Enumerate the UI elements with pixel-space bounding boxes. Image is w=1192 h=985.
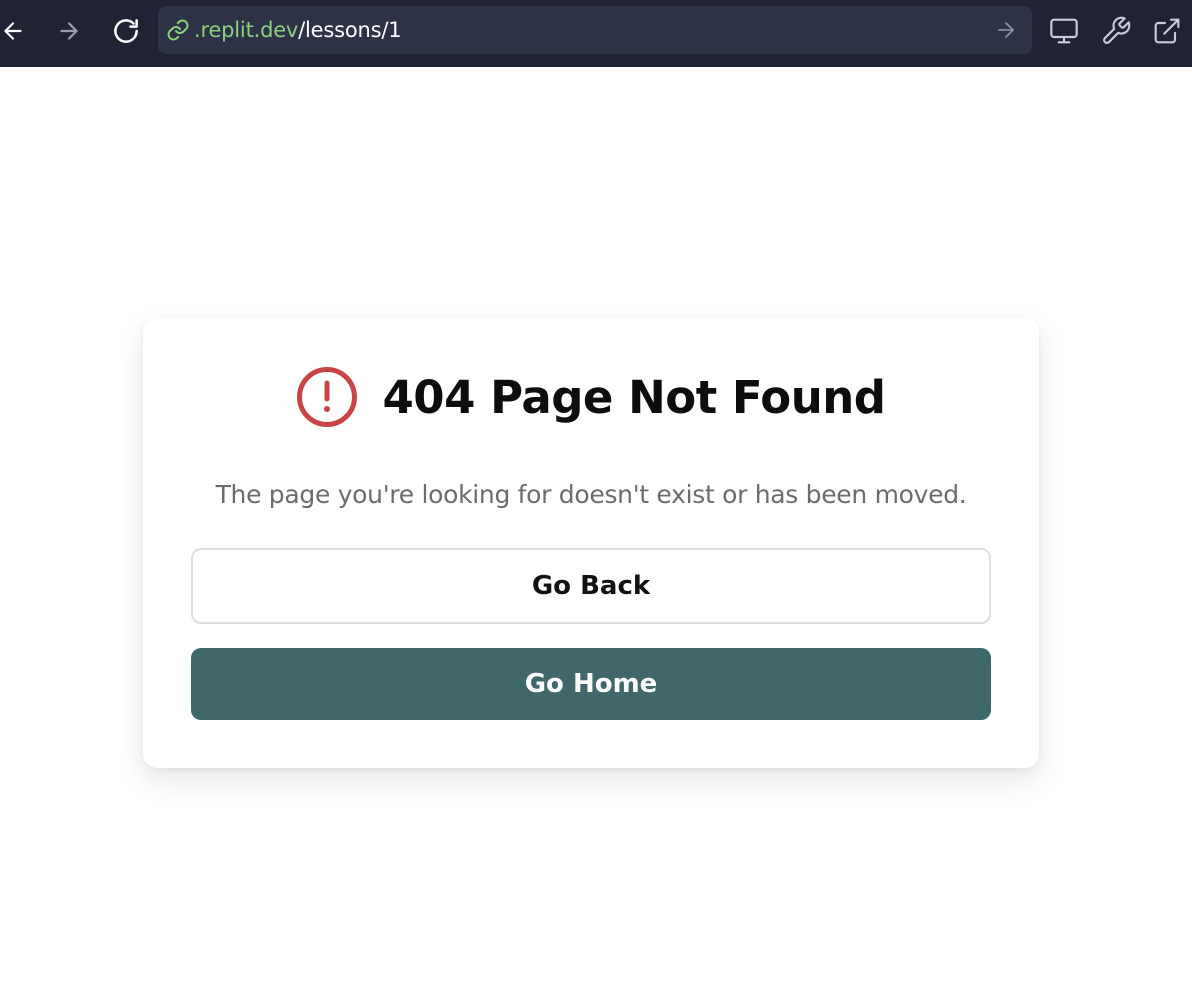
- open-new-tab-button[interactable]: [1149, 13, 1185, 49]
- go-back-button[interactable]: Go Back: [191, 548, 991, 624]
- reload-button[interactable]: [109, 14, 143, 48]
- devices-button[interactable]: [1046, 13, 1082, 49]
- alert-circle-icon: [297, 367, 358, 427]
- url-path: /lessons/1: [298, 18, 402, 42]
- url-text[interactable]: .replit.dev/lessons/1: [194, 18, 402, 42]
- error-message: The page you're looking for doesn't exis…: [215, 480, 967, 509]
- back-button[interactable]: [0, 14, 30, 48]
- not-found-card: 404 Page Not Found The page you're looki…: [143, 318, 1039, 768]
- devtools-button[interactable]: [1098, 13, 1134, 49]
- external-link-icon: [1154, 18, 1180, 44]
- forward-arrow-icon: [60, 22, 78, 40]
- url-host: .replit.dev: [194, 18, 299, 42]
- address-bar[interactable]: .replit.dev/lessons/1: [158, 6, 1032, 54]
- browser-toolbar: .replit.dev/lessons/1: [0, 0, 1192, 67]
- forward-button[interactable]: [52, 14, 86, 48]
- page-title: 404 Page Not Found: [382, 370, 886, 424]
- go-arrow-icon[interactable]: [994, 18, 1018, 42]
- back-arrow-icon: [4, 22, 22, 40]
- title-row: 404 Page Not Found: [143, 364, 1039, 430]
- go-home-button[interactable]: Go Home: [191, 648, 991, 720]
- reload-icon: [114, 19, 138, 43]
- link-icon: [167, 19, 189, 41]
- wrench-icon: [1103, 16, 1131, 44]
- monitor-icon: [1050, 18, 1078, 44]
